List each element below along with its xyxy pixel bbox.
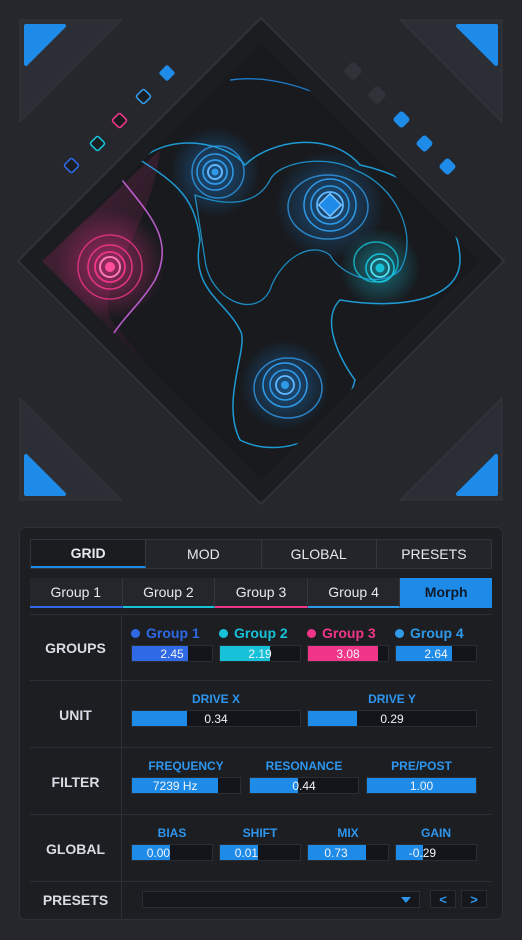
- bias-control: BIAS 0.00: [131, 826, 213, 866]
- subtab-group-2[interactable]: Group 2: [122, 578, 216, 608]
- shift-value: 0.01: [234, 845, 259, 860]
- row-filter: FILTER FREQUENCY 7239 Hz RESONANCE 0.44 …: [30, 747, 492, 815]
- shift-label: SHIFT: [242, 826, 278, 840]
- mix-label: MIX: [337, 826, 359, 840]
- row-label-groups: GROUPS: [30, 615, 122, 681]
- bias-label: BIAS: [157, 826, 187, 840]
- resonance-control: RESONANCE 0.44: [249, 759, 359, 799]
- group-4-dot-icon: [395, 628, 404, 638]
- drive-x-value: 0.34: [204, 711, 228, 726]
- chevron-down-icon: [401, 897, 411, 903]
- group-3-slider[interactable]: 3.08: [307, 645, 389, 662]
- group-2-dot-icon: [219, 628, 228, 638]
- row-label-filter: FILTER: [30, 748, 122, 815]
- subtab-group-3[interactable]: Group 3: [215, 578, 308, 608]
- group-1-slider[interactable]: 2.45: [131, 645, 213, 662]
- group-4-value: 2.64: [424, 646, 448, 661]
- morph-grid-canvas[interactable]: [0, 0, 522, 520]
- row-global: GLOBAL BIAS 0.00 SHIFT 0.01 MIX 0.73 GAI…: [30, 814, 492, 882]
- gain-control: GAIN -0.29: [395, 826, 477, 866]
- preset-dropdown[interactable]: [142, 891, 420, 908]
- group-1-dot-icon: [131, 628, 140, 638]
- group-4-name: Group 4: [410, 625, 464, 641]
- group-1-name: Group 1: [146, 625, 200, 641]
- bias-slider[interactable]: 0.00: [131, 844, 213, 861]
- frequency-slider[interactable]: 7239 Hz: [131, 777, 241, 794]
- frequency-control: FREQUENCY 7239 Hz: [131, 759, 241, 799]
- sub-tabs: Group 1 Group 2 Group 3 Group 4 Morph: [30, 578, 492, 608]
- group-2-caption: Group 2: [219, 625, 288, 641]
- tab-global[interactable]: GLOBAL: [262, 540, 377, 568]
- row-presets: PRESETS < >: [30, 881, 492, 918]
- resonance-label: RESONANCE: [265, 759, 343, 773]
- pre-post-value: 1.00: [409, 778, 434, 793]
- gain-slider[interactable]: -0.29: [395, 844, 477, 861]
- drive-x-control: DRIVE X 0.34: [131, 692, 301, 732]
- group-1-value: 2.45: [160, 646, 184, 661]
- group-3-caption: Group 3: [307, 625, 376, 641]
- drive-y-control: DRIVE Y 0.29: [307, 692, 477, 732]
- pre-post-control: PRE/POST 1.00: [366, 759, 477, 799]
- drive-x-slider[interactable]: 0.34: [131, 710, 301, 727]
- preset-next-button[interactable]: >: [461, 890, 487, 908]
- group-1-caption: Group 1: [131, 625, 200, 641]
- morph-grid-area: [0, 0, 522, 520]
- resonance-slider[interactable]: 0.44: [249, 777, 359, 794]
- row-label-unit: UNIT: [30, 681, 122, 748]
- frequency-label: FREQUENCY: [148, 759, 224, 773]
- subtab-group-4[interactable]: Group 4: [307, 578, 401, 608]
- drive-y-slider[interactable]: 0.29: [307, 710, 477, 727]
- preset-prev-button[interactable]: <: [430, 890, 456, 908]
- group-2-value: 2.19: [248, 646, 272, 661]
- group-3-dot-icon: [307, 628, 316, 638]
- bias-value: 0.00: [146, 845, 171, 860]
- group-3-value: 3.08: [336, 646, 360, 661]
- group-4-control: Group 4 2.64: [395, 625, 477, 665]
- mix-value: 0.73: [324, 845, 348, 860]
- group-4-slider[interactable]: 2.64: [395, 645, 477, 662]
- pre-post-slider[interactable]: 1.00: [366, 777, 477, 794]
- tab-presets[interactable]: PRESETS: [377, 540, 491, 568]
- pre-post-label: PRE/POST: [391, 759, 452, 773]
- group-2-slider[interactable]: 2.19: [219, 645, 301, 662]
- gain-value: -0.29: [408, 845, 437, 860]
- tab-grid[interactable]: GRID: [31, 540, 147, 568]
- tab-mod[interactable]: MOD: [146, 540, 262, 568]
- control-panel: GRID MOD GLOBAL PRESETS Group 1 Group 2 …: [19, 527, 503, 920]
- resonance-value: 0.44: [292, 778, 316, 793]
- row-label-global: GLOBAL: [30, 815, 122, 882]
- gain-label: GAIN: [421, 826, 451, 840]
- shift-slider[interactable]: 0.01: [219, 844, 301, 861]
- node-group-3[interactable]: [77, 234, 143, 300]
- group-1-control: Group 1 2.45: [131, 625, 213, 665]
- row-groups: GROUPS Group 1 2.45 Group 2 2.19 Group 3…: [30, 614, 492, 681]
- frequency-value: 7239 Hz: [152, 778, 198, 793]
- group-4-caption: Group 4: [395, 625, 464, 641]
- mix-slider[interactable]: 0.73: [307, 844, 389, 861]
- row-label-presets: PRESETS: [30, 882, 122, 918]
- subtab-morph[interactable]: Morph: [400, 578, 492, 608]
- mix-control: MIX 0.73: [307, 826, 389, 866]
- group-2-control: Group 2 2.19: [219, 625, 301, 665]
- main-tabs: GRID MOD GLOBAL PRESETS: [30, 539, 492, 569]
- drive-x-label: DRIVE X: [191, 692, 240, 706]
- row-unit: UNIT DRIVE X 0.34 DRIVE Y 0.29: [30, 680, 492, 748]
- drive-y-value: 0.29: [380, 711, 404, 726]
- group-2-name: Group 2: [234, 625, 288, 641]
- group-3-control: Group 3 3.08: [307, 625, 389, 665]
- drive-y-label: DRIVE Y: [368, 692, 416, 706]
- group-3-name: Group 3: [322, 625, 376, 641]
- subtab-group-1[interactable]: Group 1: [30, 578, 123, 608]
- shift-control: SHIFT 0.01: [219, 826, 301, 866]
